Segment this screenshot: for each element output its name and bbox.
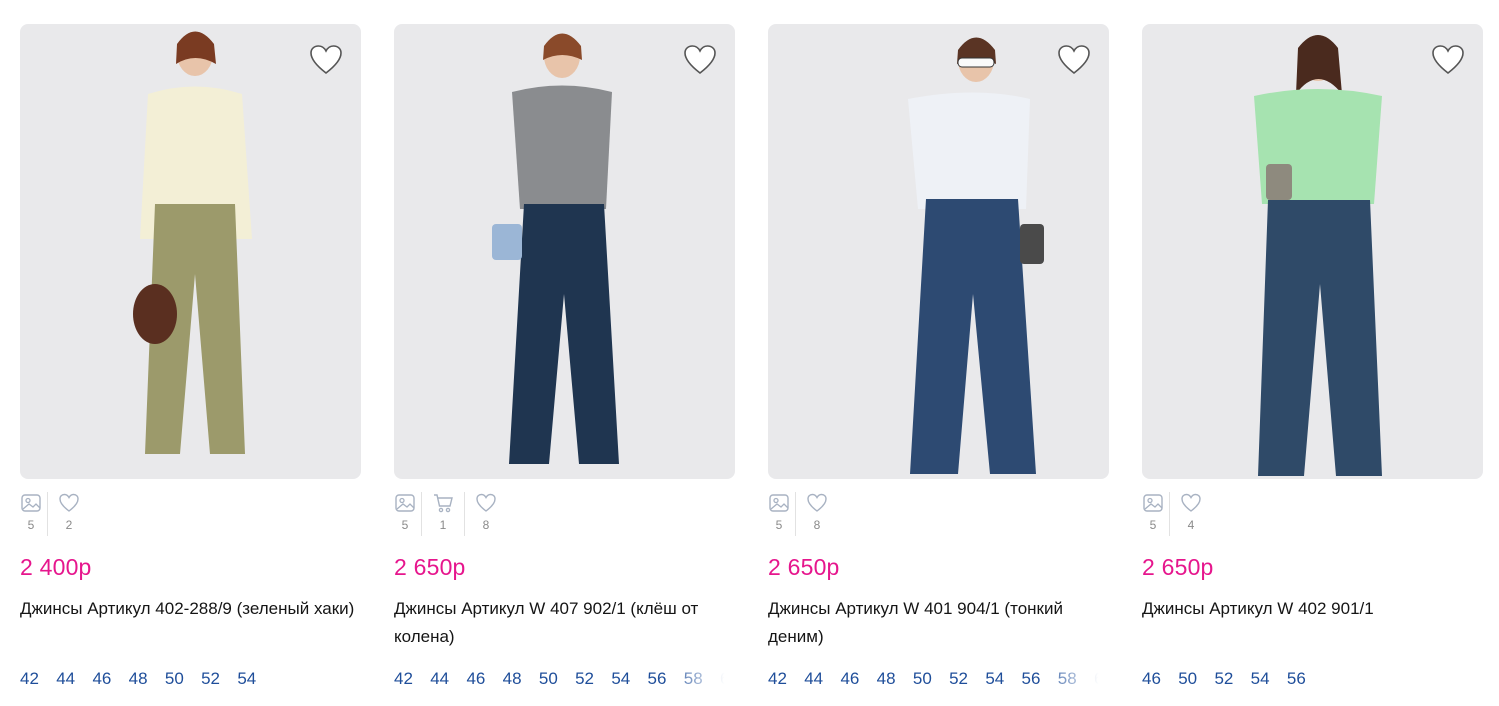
size-option[interactable]: 46 (92, 669, 111, 689)
model-figure (908, 37, 1044, 474)
product-title[interactable]: Джинсы Артикул W 402 901/1 (1142, 595, 1483, 623)
cart-count: 1 (439, 518, 447, 532)
product-stats: 5 1 8 (394, 492, 507, 536)
likes-count: 8 (813, 518, 821, 532)
size-option[interactable]: 54 (1251, 669, 1270, 689)
product-photo[interactable] (768, 24, 1109, 479)
product-card[interactable]: 5 2 2 400р Джинсы Артикул 402-288/9 (зел… (20, 24, 361, 704)
size-list: 42 44 46 48 50 52 54 (20, 669, 361, 695)
favorite-heart-icon[interactable] (1057, 44, 1091, 76)
size-option[interactable]: 46 (840, 669, 859, 689)
product-title[interactable]: Джинсы Артикул W 407 902/1 (клёш от коле… (394, 595, 735, 651)
likes-stat[interactable]: 2 (47, 492, 90, 536)
size-option[interactable]: 50 (1178, 669, 1197, 689)
size-option[interactable]: 50 (165, 669, 184, 689)
favorite-heart-icon[interactable] (1431, 44, 1465, 76)
heart-icon (59, 493, 79, 512)
product-title[interactable]: Джинсы Артикул 402-288/9 (зеленый хаки) (20, 595, 361, 623)
photos-count: 5 (775, 518, 783, 532)
cart-stat[interactable]: 1 (421, 492, 464, 536)
cart-icon (434, 494, 453, 513)
product-photo[interactable] (20, 24, 361, 479)
size-option[interactable]: 48 (129, 669, 148, 689)
size-option[interactable]: 56 (1287, 669, 1306, 689)
product-stats: 5 2 (20, 492, 90, 536)
likes-stat[interactable]: 8 (795, 492, 838, 536)
size-option[interactable]: 54 (985, 669, 1004, 689)
size-option[interactable]: 52 (201, 669, 220, 689)
size-option[interactable]: 58 (1058, 669, 1077, 689)
product-price: 2 650р (1142, 554, 1214, 580)
likes-count: 2 (65, 518, 73, 532)
product-photo[interactable] (1142, 24, 1483, 479)
photos-stat[interactable]: 5 (1142, 492, 1169, 536)
size-option[interactable]: 42 (768, 669, 787, 689)
size-option[interactable]: 44 (56, 669, 75, 689)
photos-stat[interactable]: 5 (394, 492, 421, 536)
product-stats: 5 8 (768, 492, 838, 536)
image-icon (395, 494, 415, 512)
model-figure (1254, 35, 1382, 476)
product-title[interactable]: Джинсы Артикул W 401 904/1 (тонкий деним… (768, 595, 1109, 651)
size-option[interactable]: 60 (720, 669, 735, 689)
size-list: 42 44 46 48 50 52 54 56 58 60 (394, 669, 735, 695)
size-option[interactable]: 54 (611, 669, 630, 689)
image-icon (769, 494, 789, 512)
size-option[interactable]: 58 (684, 669, 703, 689)
heart-icon (476, 493, 496, 512)
size-option[interactable]: 46 (1142, 669, 1161, 689)
size-option[interactable]: 50 (913, 669, 932, 689)
likes-count: 8 (482, 518, 490, 532)
size-option[interactable]: 44 (430, 669, 449, 689)
likes-stat[interactable]: 8 (464, 492, 507, 536)
photos-count: 5 (401, 518, 409, 532)
product-stats: 5 4 (1142, 492, 1212, 536)
image-icon (1143, 494, 1163, 512)
size-option[interactable]: 56 (1022, 669, 1041, 689)
product-grid: 5 2 2 400р Джинсы Артикул 402-288/9 (зел… (0, 0, 1499, 706)
product-photo[interactable] (394, 24, 735, 479)
size-option[interactable]: 52 (1214, 669, 1233, 689)
size-option[interactable]: 54 (237, 669, 256, 689)
product-card[interactable]: 5 4 2 650р Джинсы Артикул W 402 901/1 46… (1142, 24, 1483, 704)
model-figure (133, 31, 252, 454)
heart-icon (1181, 493, 1201, 512)
product-price: 2 650р (768, 554, 840, 580)
size-option[interactable]: 50 (539, 669, 558, 689)
model-figure (492, 33, 619, 464)
product-price: 2 650р (394, 554, 466, 580)
image-icon (21, 494, 41, 512)
favorite-heart-icon[interactable] (309, 44, 343, 76)
photos-stat[interactable]: 5 (768, 492, 795, 536)
product-price: 2 400р (20, 554, 92, 580)
size-option[interactable]: 42 (20, 669, 39, 689)
size-option[interactable]: 48 (503, 669, 522, 689)
size-option[interactable]: 42 (394, 669, 413, 689)
product-card[interactable]: 5 8 2 650р Джинсы Артикул W 401 904/1 (т… (768, 24, 1109, 704)
photos-count: 5 (1149, 518, 1157, 532)
photos-count: 5 (27, 518, 35, 532)
size-option[interactable]: 48 (877, 669, 896, 689)
heart-icon (807, 493, 827, 512)
size-option[interactable]: 56 (648, 669, 667, 689)
photos-stat[interactable]: 5 (20, 492, 47, 536)
size-list: 42 44 46 48 50 52 54 56 58 60 (768, 669, 1109, 695)
size-option[interactable]: 52 (575, 669, 594, 689)
size-option[interactable]: 60 (1094, 669, 1109, 689)
likes-count: 4 (1187, 518, 1195, 532)
likes-stat[interactable]: 4 (1169, 492, 1212, 536)
size-option[interactable]: 52 (949, 669, 968, 689)
size-option[interactable]: 44 (804, 669, 823, 689)
favorite-heart-icon[interactable] (683, 44, 717, 76)
size-list: 46 50 52 54 56 (1142, 669, 1483, 695)
product-card[interactable]: 5 1 8 2 650р Джинсы Артикул W 407 902/1 … (394, 24, 735, 704)
size-option[interactable]: 46 (466, 669, 485, 689)
